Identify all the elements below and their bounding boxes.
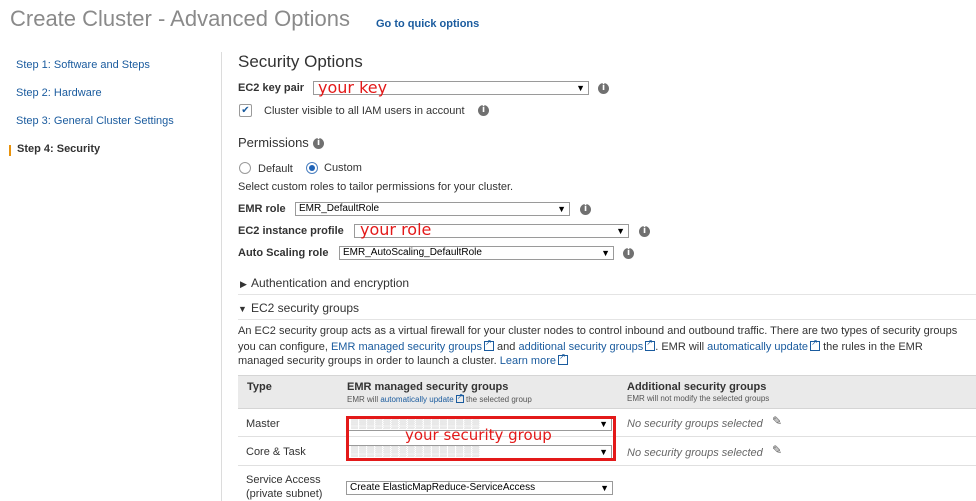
sg-description-line-3: managed security groups in order to laun… <box>238 352 568 367</box>
auth-encryption-toggle[interactable]: Authentication and encryption <box>251 276 409 290</box>
external-link-icon <box>455 392 464 403</box>
default-radio[interactable] <box>239 162 251 174</box>
instance-profile-info-icon[interactable]: i <box>639 226 650 237</box>
emr-role-select[interactable]: EMR_DefaultRole ▼ <box>295 202 570 216</box>
row-divider <box>238 465 976 466</box>
section-divider <box>238 294 976 295</box>
service-access-value: Create ElasticMapReduce-ServiceAccess <box>350 482 536 493</box>
external-link-icon <box>645 338 656 351</box>
security-groups-toggle[interactable]: EC2 security groups <box>251 301 359 315</box>
col-managed-subheader: EMR will automatically update the select… <box>347 392 532 404</box>
service-access-select[interactable]: Create ElasticMapReduce-ServiceAccess ▼ <box>346 481 613 495</box>
auto-update-link[interactable]: automatically update <box>380 395 453 404</box>
section-divider <box>238 319 976 320</box>
caret-down-icon[interactable]: ▼ <box>238 304 247 314</box>
core-task-additional-sg: No security groups selected <box>627 447 763 459</box>
step-general-cluster-settings[interactable]: Step 3: General Cluster Settings <box>16 115 174 127</box>
col-type-header: Type <box>247 381 272 393</box>
pencil-icon[interactable]: ✎ <box>772 414 782 428</box>
automatically-update-link[interactable]: automatically update <box>707 341 808 353</box>
sub-text: the selected group <box>465 395 532 404</box>
sg-desc-text: you can configure, <box>238 341 328 353</box>
cluster-visible-label: Cluster visible to all IAM users in acco… <box>264 105 465 117</box>
permissions-heading: Permissions <box>238 135 309 150</box>
sg-desc-text: managed security groups in order to laun… <box>238 355 497 367</box>
sg-desc-text: and <box>497 341 516 353</box>
service-access-sublabel: (private subnet) <box>246 488 323 500</box>
emr-managed-sg-link[interactable]: EMR managed security groups <box>331 341 482 353</box>
permissions-info-icon[interactable]: i <box>313 138 324 149</box>
quick-options-link[interactable]: Go to quick options <box>376 18 479 30</box>
sub-text: EMR will <box>347 395 379 404</box>
chevron-down-icon: ▼ <box>600 483 609 493</box>
custom-radio-label: Custom <box>324 162 362 174</box>
master-additional-sg: No security groups selected <box>627 418 763 430</box>
pencil-icon[interactable]: ✎ <box>772 443 782 457</box>
step-security[interactable]: Step 4: Security <box>17 143 100 155</box>
emr-role-label: EMR role <box>238 203 286 215</box>
emr-role-info-icon[interactable]: i <box>580 204 591 215</box>
cluster-visible-info-icon[interactable]: i <box>478 105 489 116</box>
caret-right-icon[interactable]: ▶ <box>240 279 247 290</box>
col-additional-subheader: EMR will not modify the selected groups <box>627 394 770 403</box>
key-pair-label: EC2 key pair <box>238 82 305 94</box>
key-pair-info-icon[interactable]: i <box>598 83 609 94</box>
sg-desc-text: the rules in the EMR <box>823 341 923 353</box>
security-group-annotation: your security group <box>405 426 552 444</box>
instance-profile-label: EC2 instance profile <box>238 225 344 237</box>
custom-radio[interactable] <box>306 162 318 174</box>
autoscaling-role-info-icon[interactable]: i <box>623 248 634 259</box>
col-additional-header: Additional security groups <box>627 381 767 393</box>
learn-more-link[interactable]: Learn more <box>500 355 556 367</box>
cluster-visible-checkbox[interactable]: ✔ <box>239 104 252 117</box>
instance-profile-annotation: your role <box>360 220 432 239</box>
permissions-description: Select custom roles to tailor permission… <box>238 181 514 193</box>
chevron-down-icon: ▼ <box>557 204 566 214</box>
default-radio-label: Default <box>258 163 293 175</box>
sg-description-line-1: An EC2 security group acts as a virtual … <box>238 325 958 337</box>
step-hardware[interactable]: Step 2: Hardware <box>16 87 102 99</box>
additional-sg-link[interactable]: additional security groups <box>518 341 643 353</box>
autoscaling-role-select[interactable]: EMR_AutoScaling_DefaultRole ▼ <box>339 246 614 260</box>
emr-role-value: EMR_DefaultRole <box>299 203 380 214</box>
sg-description-line-2: you can configure, EMR managed security … <box>238 338 923 353</box>
external-link-icon <box>483 338 494 351</box>
external-link-icon <box>557 352 568 365</box>
sg-desc-text: . EMR will <box>655 341 705 353</box>
key-pair-annotation: your key <box>318 78 388 97</box>
active-step-marker <box>9 145 11 156</box>
autoscaling-role-value: EMR_AutoScaling_DefaultRole <box>343 247 482 258</box>
autoscaling-role-label: Auto Scaling role <box>238 247 329 259</box>
sidebar-divider <box>221 52 222 501</box>
step-software-and-steps[interactable]: Step 1: Software and Steps <box>16 59 150 71</box>
security-options-heading: Security Options <box>238 52 363 71</box>
service-access-label: Service Access <box>246 474 321 486</box>
external-link-icon <box>810 338 821 351</box>
row-type-core-task: Core & Task <box>246 446 306 458</box>
col-managed-header: EMR managed security groups <box>347 381 509 393</box>
chevron-down-icon: ▼ <box>576 83 585 93</box>
chevron-down-icon: ▼ <box>601 248 610 258</box>
chevron-down-icon: ▼ <box>616 226 625 236</box>
row-type-master: Master <box>246 418 280 430</box>
page-title: Create Cluster - Advanced Options <box>10 6 350 31</box>
